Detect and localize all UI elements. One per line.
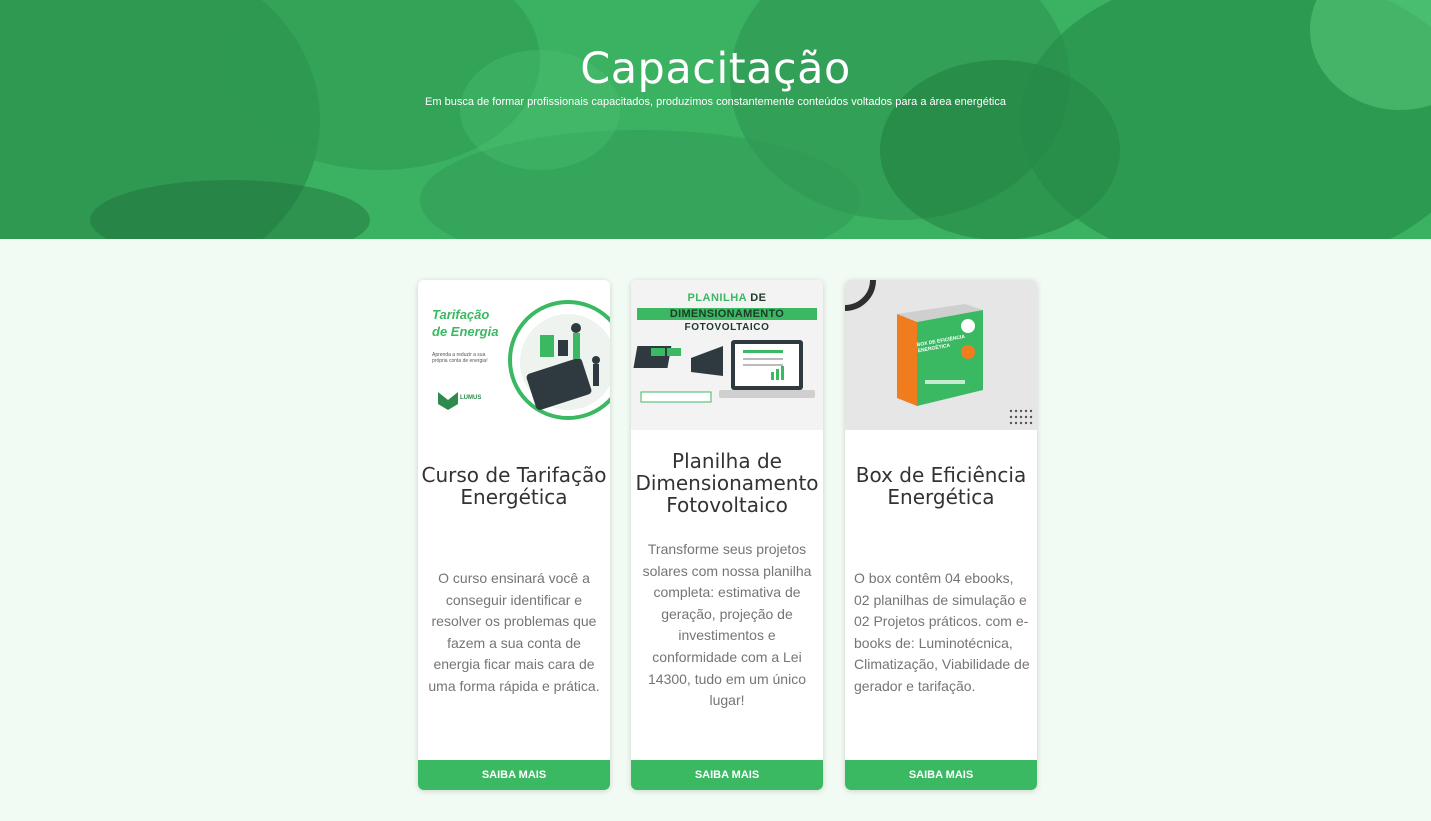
lumus-logo: LUMUS bbox=[460, 395, 482, 401]
card-description: Transforme seus projetos solares com nos… bbox=[642, 541, 812, 709]
page-subtitle: Em busca de formar profissionais capacit… bbox=[425, 96, 1006, 108]
image-heading-fotovoltaico: FOTOVOLTAICO bbox=[684, 322, 770, 333]
card-title[interactable]: Planilha de Dimensionamento Fotovoltaico bbox=[631, 450, 823, 516]
card-description: O box contêm 04 ebooks, 02 planilhas de … bbox=[854, 570, 1030, 694]
saiba-mais-button[interactable]: SAIBA MAIS bbox=[631, 760, 823, 790]
image-heading-de: DE bbox=[750, 292, 767, 304]
image-title-line2: de Energia bbox=[432, 324, 499, 339]
course-card-box-eficiencia[interactable]: BOX DE EFICIÊNCIA ENERGÉTICA Box de Efic… bbox=[845, 280, 1037, 790]
card-description: O curso ensinará você a conseguir identi… bbox=[428, 570, 600, 694]
course-card-tarifacao[interactable]: Tarifação de Energia Aprenda a reduzir a… bbox=[418, 280, 610, 790]
card-image-box[interactable]: BOX DE EFICIÊNCIA ENERGÉTICA bbox=[845, 280, 1037, 430]
card-image-tarifacao[interactable]: Tarifação de Energia Aprenda a reduzir a… bbox=[418, 280, 610, 430]
hero-banner: Capacitação Em busca de formar profissio… bbox=[0, 0, 1431, 239]
image-heading-planilha: PLANILHA bbox=[687, 292, 747, 304]
card-title[interactable]: Box de Eficiência Energética bbox=[845, 464, 1037, 508]
image-title-line1: Tarifação bbox=[432, 307, 490, 322]
image-heading-dimensionamento: DIMENSIONAMENTO bbox=[669, 308, 785, 320]
saiba-mais-button[interactable]: SAIBA MAIS bbox=[418, 760, 610, 790]
page-title: Capacitação bbox=[580, 44, 851, 94]
course-card-planilha[interactable]: PLANILHA DE DIMENSIONAMENTO FOTOVOLTAICO… bbox=[631, 280, 823, 790]
hero-background-photo bbox=[0, 0, 1431, 239]
card-title[interactable]: Curso de Tarifação Energética bbox=[418, 464, 610, 508]
image-tagline: Aprenda a reduzir a sua própria conta de… bbox=[432, 352, 488, 364]
card-image-planilha[interactable]: PLANILHA DE DIMENSIONAMENTO FOTOVOLTAICO bbox=[631, 280, 823, 430]
saiba-mais-button[interactable]: SAIBA MAIS bbox=[845, 760, 1037, 790]
